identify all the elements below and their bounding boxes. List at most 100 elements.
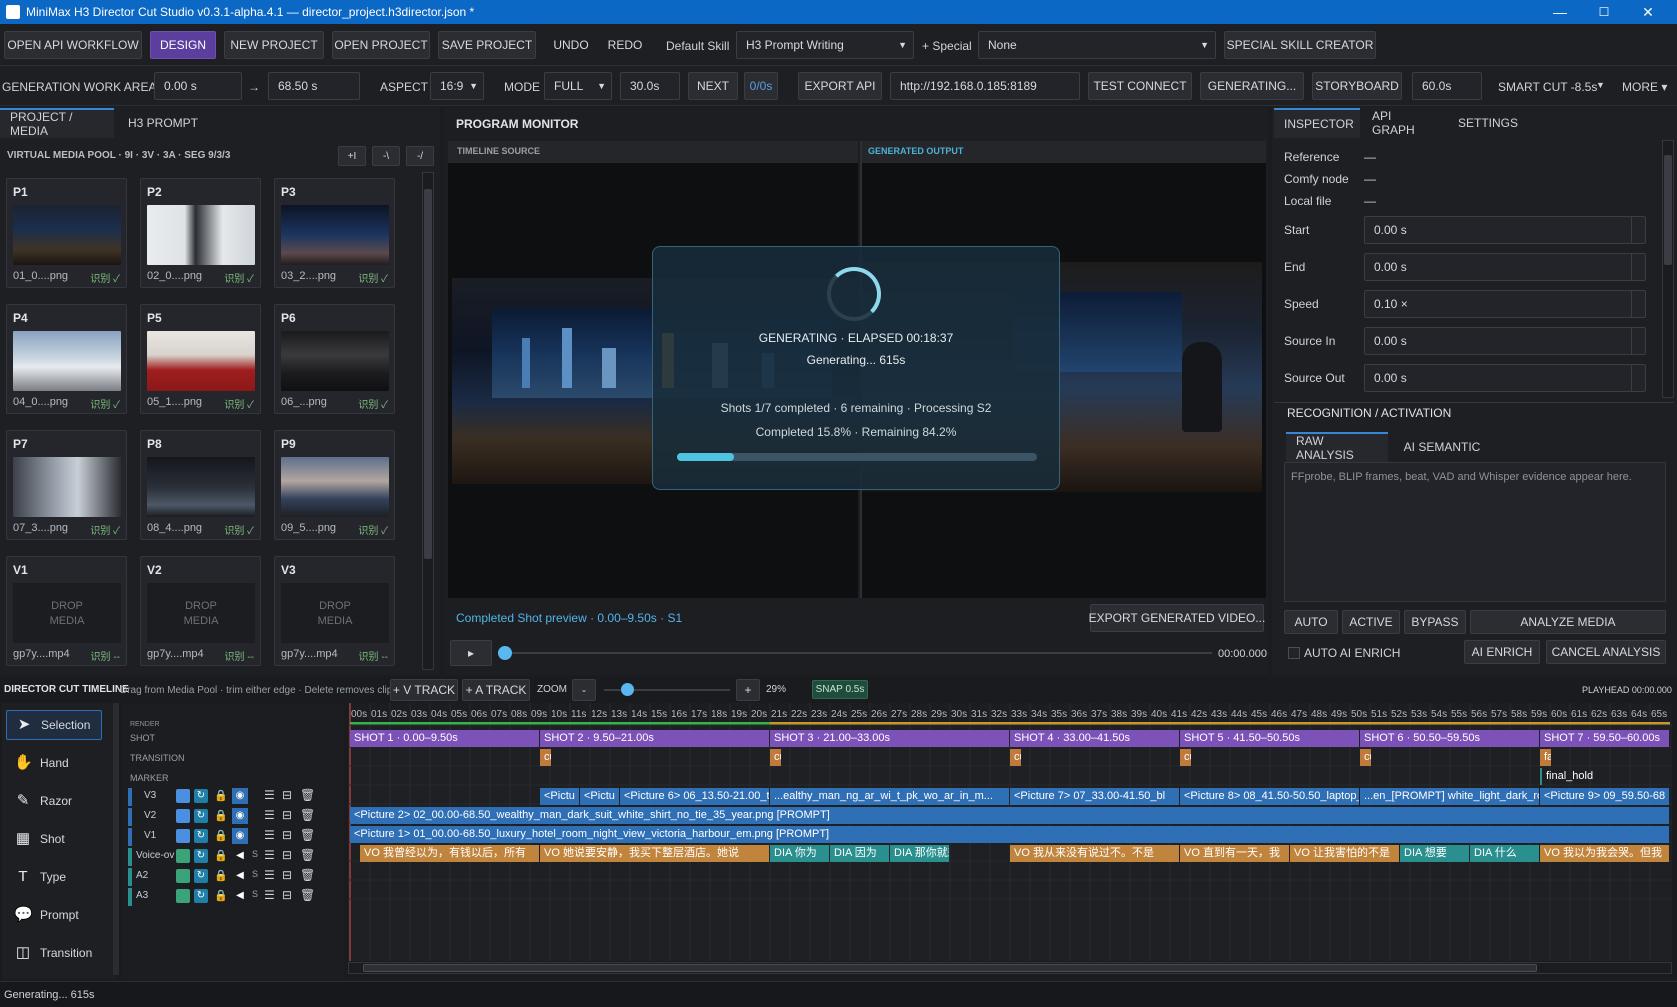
shot-clip[interactable]: SHOT 2 · 9.50–21.00s	[540, 730, 769, 747]
open-project-button[interactable]: OPEN PROJECT	[332, 31, 430, 59]
snap-toggle[interactable]: SNAP 0.5s	[812, 680, 868, 699]
voice-clip[interactable]: VO 让我害怕的不是	[1290, 845, 1399, 862]
split-icon[interactable]: ⊟	[282, 848, 292, 862]
field-input[interactable]: 0.00 s	[1364, 253, 1646, 281]
special-skill-creator-button[interactable]: SPECIAL SKILL CREATOR	[1224, 31, 1376, 59]
spin-buttons[interactable]	[1631, 328, 1645, 354]
voice-clip[interactable]: VO 她说要安静，我买下整层酒店。她说	[540, 845, 769, 862]
split-icon[interactable]: ⊟	[282, 788, 292, 802]
shot-clip[interactable]: SHOT 1 · 0.00–9.50s	[350, 730, 539, 747]
split-icon[interactable]: ⊟	[282, 888, 292, 902]
minimize-icon[interactable]: —	[1540, 2, 1580, 22]
track-header-v3[interactable]: V3 ↻ 🔒 ◉ ☰ ⊟ 🗑	[128, 788, 332, 806]
voice-clip[interactable]: VO 直到有一天，我	[1180, 845, 1289, 862]
transition-marker[interactable]: cut	[540, 749, 551, 766]
tool-hand[interactable]: ✋ Hand	[6, 748, 102, 778]
delete-icon[interactable]: 🗑	[300, 848, 315, 862]
eye-icon[interactable]: ◉	[232, 788, 248, 804]
ai-enrich-button[interactable]: AI ENRICH	[1464, 640, 1540, 664]
redo-button[interactable]: REDO	[602, 31, 648, 59]
transition-marker[interactable]: cut	[1180, 749, 1191, 766]
maximize-icon[interactable]: ☐	[1584, 2, 1624, 22]
track-header-v1[interactable]: V1 ↻ 🔒 ◉ ☰ ⊟ 🗑	[128, 828, 332, 846]
shot-clip[interactable]: SHOT 6 · 50.50–59.50s	[1360, 730, 1539, 747]
tab-project-media[interactable]: PROJECT / MEDIA	[0, 108, 114, 138]
aspect-select[interactable]: 16:9 ▼	[430, 72, 484, 100]
transition-marker[interactable]: cut	[770, 749, 781, 766]
pool-add-button[interactable]: +I	[338, 146, 366, 166]
smart-cut-select[interactable]: SMART CUT -8.5s	[1498, 80, 1597, 94]
media-card-p8[interactable]: P8 08_4....png 识别 ✓	[140, 430, 261, 540]
tool-razor[interactable]: ✎ Razor	[6, 786, 102, 816]
v3-clip[interactable]: ...en_[PROMPT] white_light_dark_ro	[1360, 788, 1539, 805]
v3-clip[interactable]: <Picture 6> 06_13.50-21.00_theater...	[620, 788, 769, 805]
v3-clip[interactable]: <Picture 8> 08_41.50-50.50_laptop_sce...	[1180, 788, 1359, 805]
tool-type[interactable]: T Type	[6, 862, 102, 892]
inspector-scrollbar[interactable]	[1662, 140, 1674, 398]
scrollbar-thumb[interactable]	[363, 964, 1537, 972]
design-button[interactable]: DESIGN	[150, 31, 216, 59]
media-card-p9[interactable]: P9 09_5....png 识别 ✓	[274, 430, 395, 540]
zoom-slider-handle[interactable]	[620, 683, 634, 696]
voice-clip[interactable]: VO 我以为我会哭。但我	[1540, 845, 1669, 862]
delete-icon[interactable]: 🗑	[300, 868, 315, 882]
voice-clip[interactable]: DIA 什么	[1470, 845, 1539, 862]
media-card-p5[interactable]: P5 05_1....png 识别 ✓	[140, 304, 261, 414]
transition-marker[interactable]: fade	[1540, 749, 1551, 766]
track-enable-toggle[interactable]	[176, 829, 190, 843]
settings-icon[interactable]: ☰	[264, 888, 275, 902]
mute-icon[interactable]: ◀	[232, 868, 248, 884]
field-input[interactable]: 0.00 s	[1364, 364, 1646, 392]
v2-clip[interactable]: <Picture 2> 02_00.00-68.50_wealthy_man_d…	[350, 807, 1669, 824]
media-card-v1[interactable]: V1 DROP MEDIA gp7y....mp4 识别 --	[6, 556, 127, 666]
media-card-p6[interactable]: P6 06_...png 识别 ✓	[274, 304, 395, 414]
tab-api-graph[interactable]: API GRAPH	[1362, 108, 1446, 138]
zoom-out-button[interactable]: -	[572, 679, 596, 701]
track-header-voice-ov[interactable]: Voice-ov ↻ 🔒 ◀ S ☰ ⊟ 🗑	[128, 848, 332, 866]
settings-icon[interactable]: ☰	[264, 868, 275, 882]
track-header-a3[interactable]: A3 ↻ 🔒 ◀ S ☰ ⊟ 🗑	[128, 888, 332, 906]
media-card-p1[interactable]: P1 01_0....png 识别 ✓	[6, 178, 127, 288]
mute-icon[interactable]: ◀	[232, 888, 248, 904]
tab-raw-analysis[interactable]: RAW ANALYSIS	[1286, 432, 1388, 462]
add-a-track-button[interactable]: + A TRACK	[462, 679, 530, 701]
v1-clip[interactable]: <Picture 1> 01_00.00-68.50_luxury_hotel_…	[350, 826, 1669, 843]
auto-ai-enrich-checkbox[interactable]	[1288, 647, 1300, 659]
settings-icon[interactable]: ☰	[264, 788, 275, 802]
tool-shot[interactable]: ▦ Shot	[6, 824, 102, 854]
sync-icon[interactable]: ↻	[194, 829, 208, 843]
shot-clip[interactable]: SHOT 3 · 21.00–33.00s	[770, 730, 1009, 747]
transition-marker[interactable]: cut	[1360, 749, 1371, 766]
voice-clip[interactable]: DIA 那你就想	[890, 845, 949, 862]
v3-clip[interactable]: <Picture 7> 07_33.00-41.50_bl	[1010, 788, 1179, 805]
storyboard-seconds-field[interactable]: 60.0s	[1412, 72, 1482, 100]
marker-flag[interactable]: final_hold	[1540, 768, 1597, 785]
media-card-v2[interactable]: V2 DROP MEDIA gp7y....mp4 识别 --	[140, 556, 261, 666]
voice-clip[interactable]: DIA 想要	[1400, 845, 1469, 862]
test-connect-button[interactable]: TEST CONNECT	[1088, 72, 1192, 100]
eye-icon[interactable]: ◉	[232, 808, 248, 824]
voice-clip[interactable]: DIA 因为	[830, 845, 889, 862]
tab-ai-semantic[interactable]: AI SEMANTIC	[1392, 432, 1492, 462]
tool-prompt[interactable]: 💬 Prompt	[6, 900, 102, 930]
shot-clip[interactable]: SHOT 4 · 33.00–41.50s	[1010, 730, 1179, 747]
work-area-end-field[interactable]: 68.50 s	[268, 72, 360, 100]
delete-icon[interactable]: 🗑	[300, 808, 315, 822]
auto-button[interactable]: AUTO	[1284, 610, 1338, 634]
zoom-in-button[interactable]: +	[736, 679, 760, 701]
scrub-bar[interactable]	[504, 652, 1212, 654]
storyboard-button[interactable]: STORYBOARD	[1312, 72, 1402, 100]
lock-icon[interactable]: 🔒	[214, 829, 228, 842]
track-enable-toggle[interactable]	[176, 849, 190, 863]
media-card-v3[interactable]: V3 DROP MEDIA gp7y....mp4 识别 --	[274, 556, 395, 666]
timeline-horizontal-scrollbar[interactable]	[348, 962, 1672, 974]
field-input[interactable]: 0.00 s	[1364, 327, 1646, 355]
open-api-workflow-button[interactable]: OPEN API WORKFLOW	[4, 31, 142, 59]
field-input[interactable]: 0.10 ×	[1364, 290, 1646, 318]
delete-icon[interactable]: 🗑	[300, 828, 315, 842]
solo-toggle[interactable]: S	[252, 849, 258, 859]
voice-clip[interactable]: DIA 你为	[770, 845, 829, 862]
lock-icon[interactable]: 🔒	[214, 889, 228, 902]
lock-icon[interactable]: 🔒	[214, 869, 228, 882]
tab-settings[interactable]: SETTINGS	[1448, 108, 1528, 138]
